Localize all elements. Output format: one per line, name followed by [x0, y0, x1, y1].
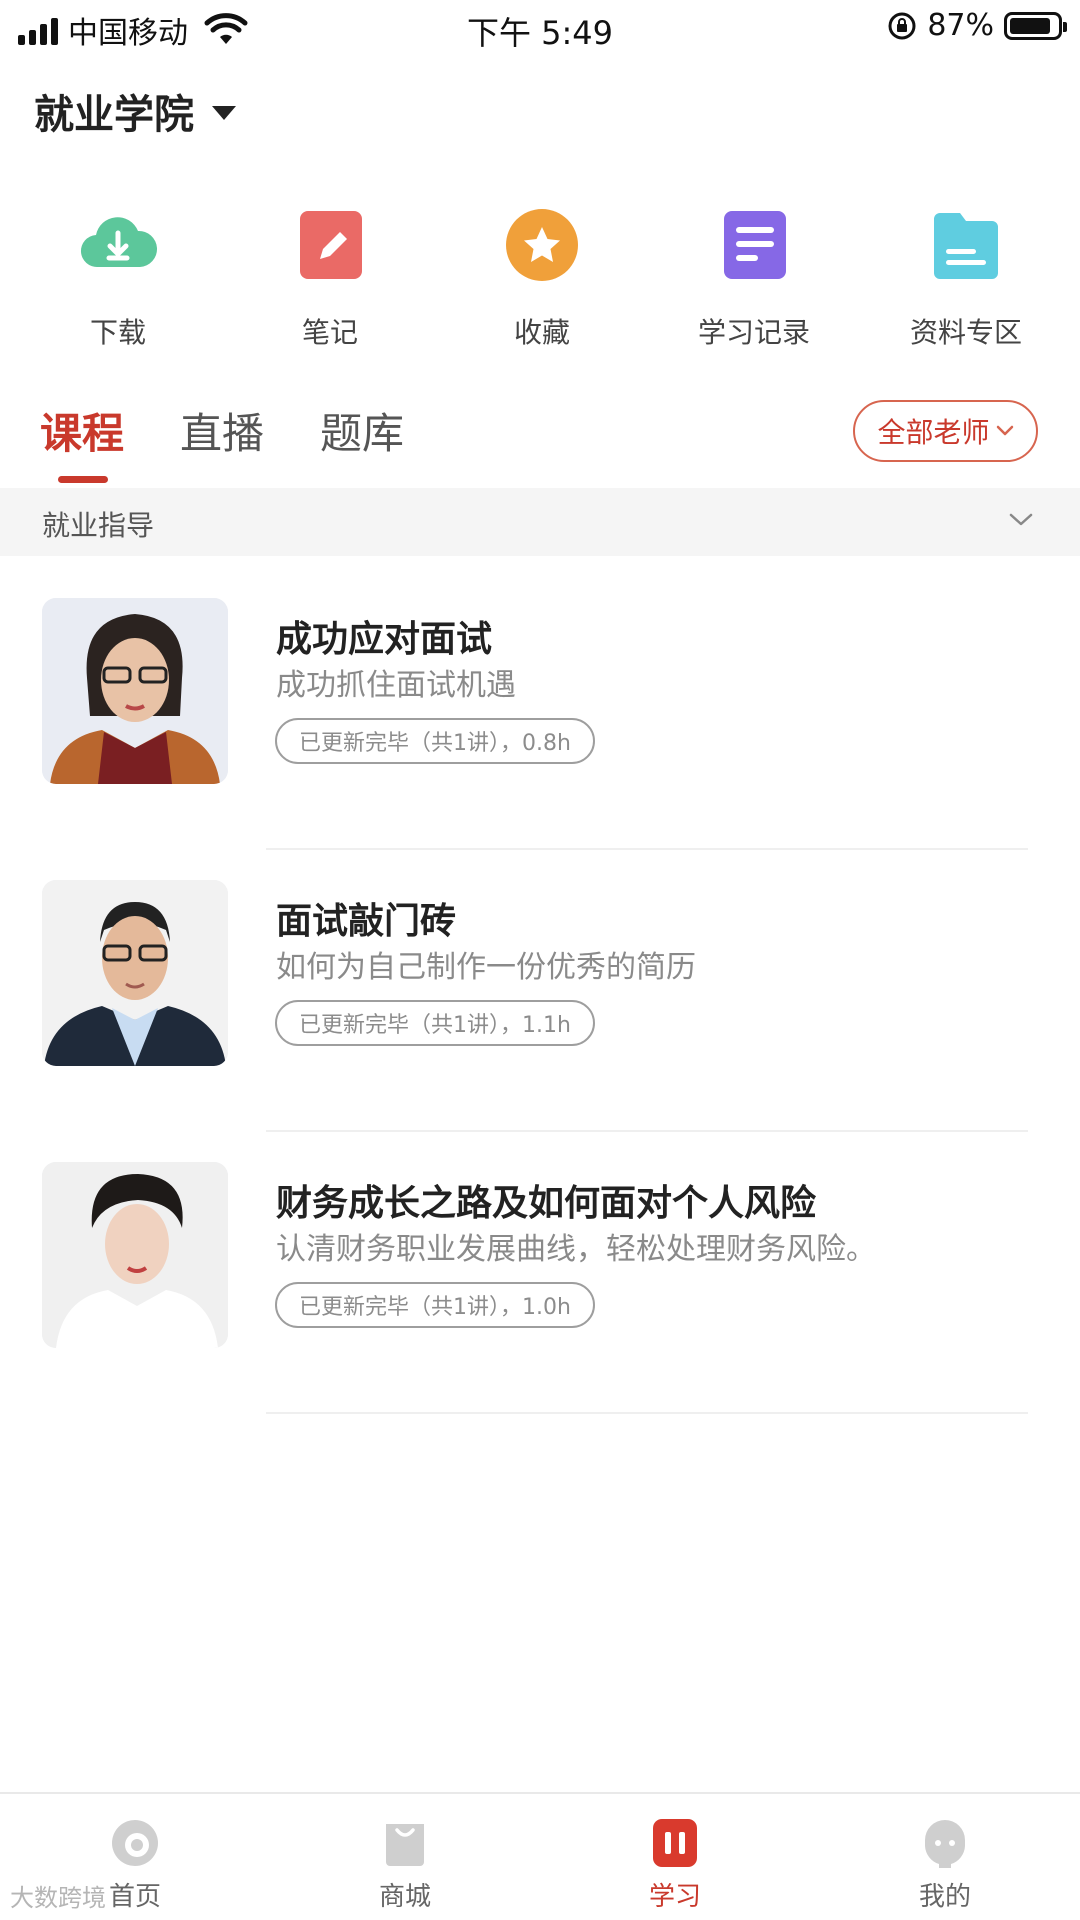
update-status-badge: 已更新完毕（共1讲），0.8h — [275, 718, 595, 764]
quick-action-label: 下载 — [89, 316, 146, 349]
divider — [266, 1412, 1028, 1414]
quick-action-notes[interactable]: 笔记 — [224, 205, 436, 351]
status-bar: 中国移动 下午 5:49 87% — [0, 0, 1080, 54]
course-title: 成功应对面试 — [276, 619, 493, 660]
teacher-filter-label: 全部老师 — [877, 416, 990, 449]
tab-live[interactable]: 直播 — [180, 400, 264, 481]
study-icon — [653, 1819, 697, 1867]
content-tabs: 课程 直播 题库 — [40, 400, 404, 483]
course-subtitle: 成功抓住面试机遇 — [276, 668, 516, 703]
nav-mall[interactable]: 商城 — [270, 1794, 540, 1920]
battery-percent: 87% — [927, 8, 994, 43]
nav-label: 学习 — [648, 1882, 701, 1912]
quick-action-label: 学习记录 — [697, 316, 810, 349]
course-item[interactable]: 财务成长之路及如何面对个人风险 认清财务职业发展曲线，轻松处理财务风险。 已更新… — [0, 1132, 1080, 1414]
category-dropdown[interactable]: 就业指导 — [0, 488, 1080, 556]
instructor-photo — [42, 598, 228, 784]
update-status-badge: 已更新完毕（共1讲），1.0h — [275, 1282, 595, 1328]
quick-action-favorites[interactable]: 收藏 — [436, 205, 648, 351]
pencil-note-icon — [300, 211, 362, 279]
rotation-lock-icon — [888, 12, 916, 39]
study-record-icon — [724, 211, 786, 279]
course-title: 面试敲门砖 — [276, 901, 457, 942]
battery-icon — [1004, 11, 1067, 40]
chevron-down-icon — [996, 425, 1013, 436]
nav-study[interactable]: 学习 — [540, 1794, 810, 1920]
course-subtitle: 认清财务职业发展曲线，轻松处理财务风险。 — [276, 1232, 876, 1267]
chevron-down-icon — [1009, 513, 1033, 526]
page-title: 就业学院 — [34, 92, 194, 138]
caret-down-icon — [212, 106, 236, 120]
category-label: 就业指导 — [42, 509, 155, 542]
nav-me[interactable]: 我的 — [810, 1794, 1080, 1920]
course-item[interactable]: 成功应对面试 成功抓住面试机遇 已更新完毕（共1讲），0.8h — [0, 568, 1080, 850]
course-subtitle: 如何为自己制作一份优秀的简历 — [276, 950, 696, 985]
course-title: 财务成长之路及如何面对个人风险 — [276, 1183, 817, 1224]
watermark-text: 大数跨境 — [10, 1884, 106, 1912]
nav-label: 我的 — [918, 1882, 971, 1912]
quick-actions: 下载 笔记 收藏 学习记录 资料专区 — [0, 205, 1080, 351]
college-selector[interactable]: 就业学院 — [34, 82, 236, 140]
quick-action-study-record[interactable]: 学习记录 — [648, 205, 860, 351]
folder-materials-icon — [934, 213, 998, 279]
quick-action-label: 资料专区 — [909, 316, 1022, 349]
instructor-photo — [42, 880, 228, 1066]
quick-action-materials[interactable]: 资料专区 — [860, 205, 1072, 351]
course-item[interactable]: 面试敲门砖 如何为自己制作一份优秀的简历 已更新完毕（共1讲），1.1h — [0, 850, 1080, 1132]
update-status-badge: 已更新完毕（共1讲），1.1h — [275, 1000, 595, 1046]
quick-action-download[interactable]: 下载 — [12, 205, 224, 351]
tab-courses[interactable]: 课程 — [40, 400, 124, 483]
download-cloud-icon — [80, 217, 158, 268]
tab-question-bank[interactable]: 题库 — [320, 400, 404, 481]
bottom-nav: 首页 商城 学习 我的 — [0, 1792, 1080, 1920]
quick-action-label: 笔记 — [301, 316, 358, 349]
instructor-photo — [42, 1162, 228, 1348]
quick-action-label: 收藏 — [513, 316, 570, 349]
teacher-filter-button[interactable]: 全部老师 — [853, 400, 1038, 462]
nav-label: 商城 — [378, 1882, 431, 1912]
home-icon — [112, 1820, 158, 1866]
star-favorite-icon — [506, 209, 578, 281]
profile-icon — [925, 1820, 965, 1868]
shopping-bag-icon — [386, 1824, 424, 1866]
